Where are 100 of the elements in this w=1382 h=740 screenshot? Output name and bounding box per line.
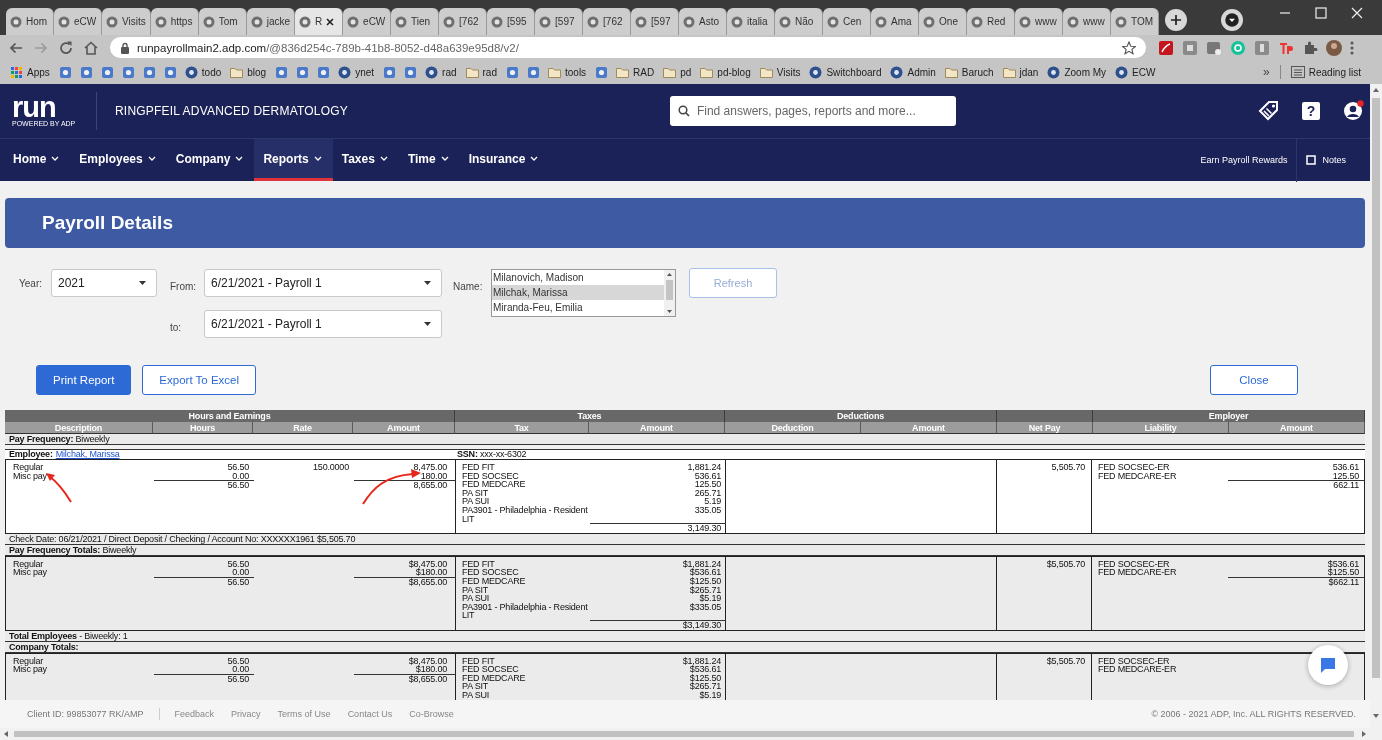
browser-tab[interactable]: eCW — [343, 8, 392, 35]
browser-tab[interactable]: [762 — [439, 8, 488, 35]
browser-tab[interactable]: R — [295, 8, 344, 35]
bookmark-icon[interactable] — [100, 65, 114, 79]
plus-icon[interactable] — [1165, 9, 1188, 31]
bookmark-icon[interactable] — [275, 65, 289, 79]
nav-item[interactable]: Time — [398, 139, 460, 181]
rewards-link[interactable]: Earn Payroll Rewards — [1191, 155, 1297, 165]
browser-tab[interactable]: One — [919, 8, 968, 35]
tag-icon[interactable] — [1258, 100, 1280, 122]
bookmark-icon[interactable] — [121, 65, 135, 79]
browser-tab[interactable]: Hom — [6, 8, 54, 35]
bookmark-item[interactable]: Visits — [759, 65, 801, 79]
browser-tab[interactable]: Não — [775, 8, 824, 35]
bookmark-item[interactable]: Baruch — [944, 65, 994, 79]
browser-tab[interactable]: Tom — [198, 8, 247, 35]
bookmark-icon[interactable] — [317, 65, 331, 79]
browser-tab[interactable]: Tien — [391, 8, 440, 35]
bookmark-item[interactable]: blog — [230, 65, 267, 79]
employee-link[interactable]: Milchak, Marissa — [55, 449, 120, 459]
bookmark-item[interactable]: pd-blog — [700, 65, 751, 79]
bookmark-icon[interactable] — [527, 65, 540, 79]
bookmark-icon[interactable] — [79, 65, 93, 79]
reload-icon[interactable] — [58, 39, 74, 56]
bookmark-icon[interactable] — [296, 65, 310, 79]
more-bookmarks[interactable]: » — [1263, 65, 1270, 79]
notes-button[interactable]: Notes — [1306, 155, 1346, 165]
dropdown[interactable]: 6/21/2021 - Payroll 1 — [204, 310, 442, 338]
search-field[interactable]: Find answers, pages, reports and more... — [669, 96, 956, 126]
browser-tab[interactable]: jacke — [246, 8, 296, 35]
bookmark-item[interactable]: jdan — [1002, 65, 1039, 79]
nav-item[interactable]: Company — [166, 139, 255, 181]
nav-item[interactable]: Insurance — [459, 139, 550, 181]
extension-icon[interactable] — [1182, 39, 1198, 56]
dropdown[interactable]: 6/21/2021 - Payroll 1 — [204, 269, 442, 297]
pdf-icon[interactable] — [1158, 39, 1174, 56]
browser-tab[interactable]: eCW — [54, 8, 102, 35]
browser-tab[interactable]: italia — [727, 8, 776, 35]
browser-tab[interactable]: Asto — [679, 8, 728, 35]
list-item[interactable]: Milanovich, Madison — [492, 270, 664, 285]
bookmark-icon[interactable] — [383, 65, 397, 79]
bookmark-icon[interactable] — [595, 65, 609, 79]
bookmark-item[interactable]: RAD — [616, 65, 655, 79]
bookmark-item[interactable]: Apps — [10, 65, 50, 79]
bookmark-icon[interactable] — [163, 65, 177, 79]
footer-link[interactable]: Privacy — [231, 709, 261, 719]
bookmark-item[interactable]: ynet — [338, 65, 375, 79]
star-icon[interactable] — [1122, 40, 1136, 55]
reading-list-button[interactable]: Reading list — [1290, 66, 1361, 78]
browser-tab[interactable]: [597 — [631, 8, 680, 35]
browser-tab[interactable]: [595 — [487, 8, 536, 35]
bookmark-item[interactable]: todo — [184, 65, 222, 79]
extension-icon[interactable] — [1206, 39, 1222, 56]
bookmark-item[interactable]: rad — [465, 65, 497, 79]
name-listbox[interactable]: Milanovich, Madison Milchak, Marissa Miranda-Feu, Emilia — [491, 269, 676, 317]
nav-item[interactable]: Reports — [254, 139, 333, 181]
bookmark-item[interactable]: Admin — [890, 65, 936, 79]
browser-tab[interactable]: Ama — [871, 8, 920, 35]
bookmark-icon[interactable] — [506, 65, 519, 79]
browser-tab[interactable]: https — [150, 8, 199, 35]
browser-tab[interactable]: www — [1063, 8, 1112, 35]
avatar-icon[interactable] — [1326, 39, 1342, 56]
footer-link[interactable]: Feedback — [174, 709, 215, 719]
nav-item[interactable]: Home — [4, 139, 71, 181]
menu-icon[interactable] — [1350, 40, 1354, 55]
nav-item[interactable]: Employees — [70, 139, 167, 181]
browser-tab[interactable]: Cen — [823, 8, 872, 35]
bookmark-item[interactable]: pd — [663, 65, 692, 79]
nav-item[interactable]: Taxes — [332, 139, 399, 181]
browser-tab[interactable]: www — [1015, 8, 1064, 35]
bookmark-icon[interactable] — [58, 65, 72, 79]
help-button[interactable]: ? — [1302, 102, 1320, 120]
user-icon[interactable] — [1342, 100, 1364, 122]
footer-link[interactable]: Contact Us — [347, 709, 393, 719]
home-icon[interactable] — [83, 39, 99, 56]
dropdown-icon[interactable] — [1221, 9, 1244, 31]
footer-link[interactable]: Terms of Use — [277, 709, 331, 719]
browser-tab[interactable]: TOM — [1111, 8, 1160, 35]
puzzle-icon[interactable] — [1302, 39, 1318, 56]
bookmark-item[interactable]: ECW — [1115, 65, 1156, 79]
bookmark-item[interactable]: Switchboard — [809, 65, 882, 79]
bookmark-icon[interactable] — [142, 65, 156, 79]
bookmark-item[interactable]: rad — [425, 65, 457, 79]
list-item[interactable]: Miranda-Feu, Emilia — [492, 300, 664, 315]
browser-tab[interactable]: [762 — [583, 8, 632, 35]
extension-icon[interactable] — [1254, 39, 1270, 56]
bookmark-icon[interactable] — [404, 65, 418, 79]
browser-tab[interactable]: [597 — [535, 8, 584, 35]
list-item[interactable]: Milchak, Marissa — [492, 285, 664, 300]
scrollbar[interactable] — [664, 270, 675, 316]
dropdown[interactable]: 2021 — [51, 269, 157, 297]
address-field[interactable]: runpayrollmain2.adp.com/@836d254c-789b-41b8-8052-d48a639e95d8/v2/ — [110, 37, 1146, 58]
maximize-icon[interactable] — [1315, 7, 1328, 19]
bookmark-item[interactable]: tools — [548, 65, 587, 79]
export-button[interactable]: Export To Excel — [142, 365, 257, 395]
close-icon[interactable] — [326, 17, 335, 26]
browser-tab[interactable]: Red — [967, 8, 1016, 35]
extension-icon[interactable] — [1230, 39, 1246, 56]
browser-tab[interactable]: Visits — [102, 8, 151, 35]
close-button[interactable]: Close — [1210, 365, 1298, 395]
